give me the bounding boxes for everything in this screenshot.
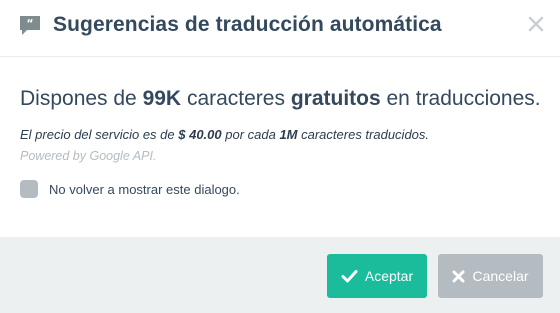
headline-suffix: en traducciones.: [380, 87, 541, 110]
price-middle: por cada: [221, 127, 280, 142]
close-icon[interactable]: [526, 14, 546, 34]
price-info: El precio del servicio es de $ 40.00 por…: [20, 127, 540, 142]
price-unit: 1M: [279, 127, 298, 142]
dialog-body: Dispones de 99K caracteres gratuitos en …: [20, 56, 541, 198]
dialog-header: “ Sugerencias de traducción automática: [0, 0, 560, 57]
free-characters-headline: Dispones de 99K caracteres gratuitos en …: [20, 87, 541, 111]
cancel-button-label: Cancelar: [472, 268, 529, 284]
translation-suggestions-dialog: “ Sugerencias de traducción automática D…: [0, 0, 560, 313]
cancel-button[interactable]: Cancelar: [438, 254, 543, 298]
accept-button[interactable]: Aceptar: [327, 254, 427, 298]
headline-prefix: Dispones de: [20, 87, 143, 110]
powered-by-text: Powered by Google API.: [20, 149, 157, 163]
price-prefix: El precio del servicio es de: [20, 127, 179, 142]
x-icon: [452, 270, 465, 282]
svg-text:“: “: [26, 17, 33, 30]
dont-show-again-label[interactable]: No volver a mostrar este dialogo.: [49, 182, 240, 197]
dont-show-again-checkbox[interactable]: [20, 180, 38, 198]
free-characters-amount: 99K: [142, 87, 182, 110]
price-amount: $ 40.00: [178, 127, 222, 142]
check-icon: [341, 270, 358, 283]
dialog-title: Sugerencias de traducción automática: [53, 13, 442, 36]
price-suffix: caracteres traducidos.: [297, 127, 430, 142]
accept-button-label: Aceptar: [364, 268, 414, 284]
dialog-footer: Aceptar Cancelar: [0, 237, 560, 313]
headline-middle: caracteres: [181, 87, 291, 110]
headline-free-word: gratuitos: [290, 87, 381, 110]
dont-show-again-row: No volver a mostrar este dialogo.: [20, 180, 540, 198]
quote-bubble-icon: “: [20, 16, 40, 35]
